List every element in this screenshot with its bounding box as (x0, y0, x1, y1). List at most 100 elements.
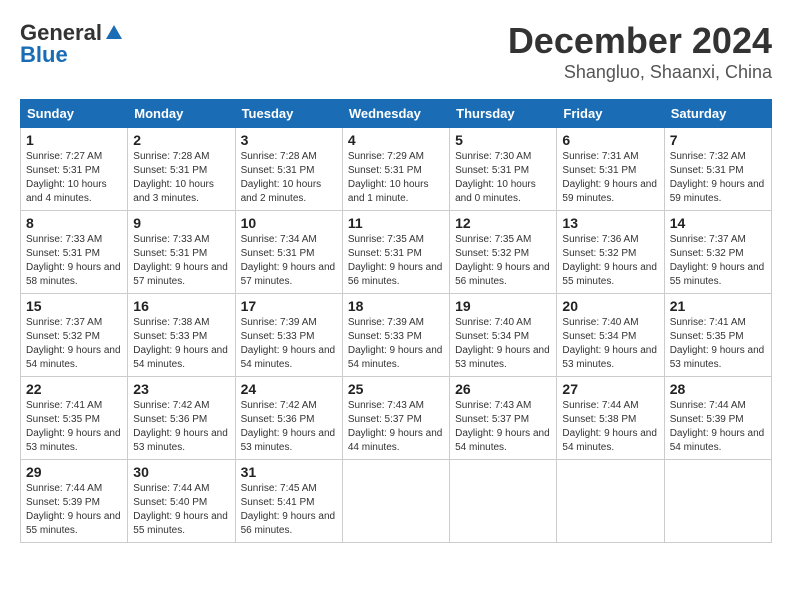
day-info: Sunrise: 7:35 AM Sunset: 5:32 PM Dayligh… (455, 233, 551, 289)
day-cell-18: 18 Sunrise: 7:39 AM Sunset: 5:33 PM Dayli… (342, 294, 449, 377)
day-info: Sunrise: 7:32 AM Sunset: 5:31 PM Dayligh… (670, 150, 766, 206)
day-cell-3: 3 Sunrise: 7:28 AM Sunset: 5:31 PM Daylig… (235, 128, 342, 211)
day-cell-15: 15 Sunrise: 7:37 AM Sunset: 5:32 PM Dayli… (21, 294, 128, 377)
day-info: Sunrise: 7:45 AM Sunset: 5:41 PM Dayligh… (241, 482, 337, 538)
day-cell-9: 9 Sunrise: 7:33 AM Sunset: 5:31 PM Daylig… (128, 211, 235, 294)
day-info: Sunrise: 7:42 AM Sunset: 5:36 PM Dayligh… (241, 399, 337, 455)
day-number: 23 (133, 381, 229, 397)
day-cell-26: 26Sunrise: 7:43 AM Sunset: 5:37 PM Dayli… (450, 377, 557, 460)
day-cell-11: 11 Sunrise: 7:35 AM Sunset: 5:31 PM Dayli… (342, 211, 449, 294)
title-block: December 2024 Shangluo, Shaanxi, China (508, 20, 772, 83)
logo-blue-text: Blue (20, 42, 68, 68)
day-number: 3 (241, 132, 337, 148)
day-number: 31 (241, 464, 337, 480)
day-info: Sunrise: 7:37 AM Sunset: 5:32 PM Dayligh… (26, 316, 122, 372)
day-cell-21: 21Sunrise: 7:41 AM Sunset: 5:35 PM Dayli… (664, 294, 771, 377)
week-row-1: 1Sunrise: 7:27 AM Sunset: 5:31 PM Daylig… (21, 128, 772, 211)
day-info: Sunrise: 7:40 AM Sunset: 5:34 PM Dayligh… (455, 316, 551, 372)
day-cell-6: 6 Sunrise: 7:31 AM Sunset: 5:31 PM Daylig… (557, 128, 664, 211)
day-cell-27: 27Sunrise: 7:44 AM Sunset: 5:38 PM Dayli… (557, 377, 664, 460)
day-info: Sunrise: 7:39 AM Sunset: 5:33 PM Dayligh… (348, 316, 444, 372)
day-info: Sunrise: 7:41 AM Sunset: 5:35 PM Dayligh… (26, 399, 122, 455)
day-number: 27 (562, 381, 658, 397)
day-cell-14: 14 Sunrise: 7:37 AM Sunset: 5:32 PM Dayli… (664, 211, 771, 294)
day-info: Sunrise: 7:40 AM Sunset: 5:34 PM Dayligh… (562, 316, 658, 372)
col-header-sunday: Sunday (21, 100, 128, 128)
day-number: 4 (348, 132, 444, 148)
col-header-saturday: Saturday (664, 100, 771, 128)
day-number: 28 (670, 381, 766, 397)
empty-cell (664, 460, 771, 543)
col-header-thursday: Thursday (450, 100, 557, 128)
day-info: Sunrise: 7:31 AM Sunset: 5:31 PM Dayligh… (562, 150, 658, 206)
day-number: 9 (133, 215, 229, 231)
day-number: 25 (348, 381, 444, 397)
day-info: Sunrise: 7:42 AM Sunset: 5:36 PM Dayligh… (133, 399, 229, 455)
day-number: 30 (133, 464, 229, 480)
calendar-table: SundayMondayTuesdayWednesdayThursdayFrid… (20, 99, 772, 543)
day-info: Sunrise: 7:43 AM Sunset: 5:37 PM Dayligh… (348, 399, 444, 455)
day-cell-10: 10 Sunrise: 7:34 AM Sunset: 5:31 PM Dayli… (235, 211, 342, 294)
day-cell-2: 2 Sunrise: 7:28 AM Sunset: 5:31 PM Daylig… (128, 128, 235, 211)
day-info: Sunrise: 7:28 AM Sunset: 5:31 PM Dayligh… (241, 150, 337, 206)
day-cell-28: 28Sunrise: 7:44 AM Sunset: 5:39 PM Dayli… (664, 377, 771, 460)
day-number: 17 (241, 298, 337, 314)
day-info: Sunrise: 7:38 AM Sunset: 5:33 PM Dayligh… (133, 316, 229, 372)
day-number: 7 (670, 132, 766, 148)
col-header-friday: Friday (557, 100, 664, 128)
day-number: 16 (133, 298, 229, 314)
location-text: Shangluo, Shaanxi, China (508, 62, 772, 83)
day-number: 10 (241, 215, 337, 231)
day-info: Sunrise: 7:29 AM Sunset: 5:31 PM Dayligh… (348, 150, 444, 206)
day-number: 12 (455, 215, 551, 231)
col-header-tuesday: Tuesday (235, 100, 342, 128)
day-cell-23: 23 Sunrise: 7:42 AM Sunset: 5:36 PM Dayli… (128, 377, 235, 460)
day-cell-5: 5Sunrise: 7:30 AM Sunset: 5:31 PM Daylig… (450, 128, 557, 211)
day-number: 26 (455, 381, 551, 397)
logo-icon (104, 23, 124, 43)
day-info: Sunrise: 7:44 AM Sunset: 5:39 PM Dayligh… (26, 482, 122, 538)
day-info: Sunrise: 7:27 AM Sunset: 5:31 PM Dayligh… (26, 150, 122, 206)
col-header-monday: Monday (128, 100, 235, 128)
day-cell-31: 31 Sunrise: 7:45 AM Sunset: 5:41 PM Dayli… (235, 460, 342, 543)
day-number: 13 (562, 215, 658, 231)
day-number: 22 (26, 381, 122, 397)
day-info: Sunrise: 7:28 AM Sunset: 5:31 PM Dayligh… (133, 150, 229, 206)
day-number: 5 (455, 132, 551, 148)
empty-cell (450, 460, 557, 543)
day-cell-22: 22 Sunrise: 7:41 AM Sunset: 5:35 PM Dayli… (21, 377, 128, 460)
day-number: 20 (562, 298, 658, 314)
day-cell-25: 25 Sunrise: 7:43 AM Sunset: 5:37 PM Dayli… (342, 377, 449, 460)
day-cell-17: 17 Sunrise: 7:39 AM Sunset: 5:33 PM Dayli… (235, 294, 342, 377)
header-row: SundayMondayTuesdayWednesdayThursdayFrid… (21, 100, 772, 128)
day-number: 11 (348, 215, 444, 231)
col-header-wednesday: Wednesday (342, 100, 449, 128)
week-row-4: 22 Sunrise: 7:41 AM Sunset: 5:35 PM Dayli… (21, 377, 772, 460)
day-info: Sunrise: 7:34 AM Sunset: 5:31 PM Dayligh… (241, 233, 337, 289)
day-number: 8 (26, 215, 122, 231)
day-number: 19 (455, 298, 551, 314)
empty-cell (342, 460, 449, 543)
day-number: 2 (133, 132, 229, 148)
logo: General Blue (20, 20, 124, 68)
day-number: 21 (670, 298, 766, 314)
day-info: Sunrise: 7:33 AM Sunset: 5:31 PM Dayligh… (133, 233, 229, 289)
page-header: General Blue December 2024 Shangluo, Sha… (20, 20, 772, 83)
day-cell-8: 8Sunrise: 7:33 AM Sunset: 5:31 PM Daylig… (21, 211, 128, 294)
day-info: Sunrise: 7:35 AM Sunset: 5:31 PM Dayligh… (348, 233, 444, 289)
day-cell-24: 24 Sunrise: 7:42 AM Sunset: 5:36 PM Dayli… (235, 377, 342, 460)
day-cell-7: 7 Sunrise: 7:32 AM Sunset: 5:31 PM Daylig… (664, 128, 771, 211)
day-info: Sunrise: 7:39 AM Sunset: 5:33 PM Dayligh… (241, 316, 337, 372)
day-number: 6 (562, 132, 658, 148)
day-cell-16: 16 Sunrise: 7:38 AM Sunset: 5:33 PM Dayli… (128, 294, 235, 377)
day-info: Sunrise: 7:37 AM Sunset: 5:32 PM Dayligh… (670, 233, 766, 289)
day-cell-20: 20 Sunrise: 7:40 AM Sunset: 5:34 PM Dayli… (557, 294, 664, 377)
day-number: 14 (670, 215, 766, 231)
month-title: December 2024 (508, 20, 772, 62)
day-number: 18 (348, 298, 444, 314)
day-number: 24 (241, 381, 337, 397)
day-number: 15 (26, 298, 122, 314)
day-cell-29: 29Sunrise: 7:44 AM Sunset: 5:39 PM Dayli… (21, 460, 128, 543)
week-row-5: 29Sunrise: 7:44 AM Sunset: 5:39 PM Dayli… (21, 460, 772, 543)
day-info: Sunrise: 7:44 AM Sunset: 5:40 PM Dayligh… (133, 482, 229, 538)
